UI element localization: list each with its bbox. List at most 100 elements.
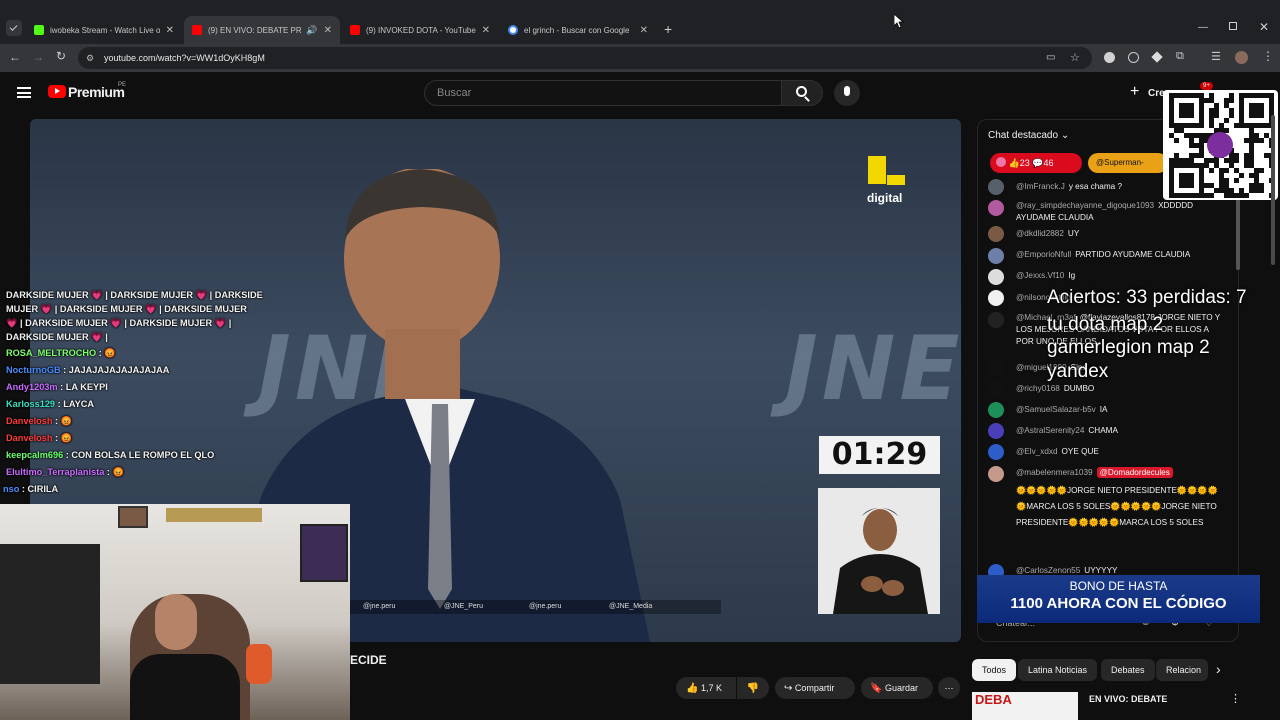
search-input[interactable]: Buscar xyxy=(424,80,782,106)
tab-invoked-dota[interactable]: (9) INVOKED DOTA - YouTube ✕ xyxy=(342,16,498,44)
youtube-logo-icon[interactable] xyxy=(48,85,66,98)
thumbs-up-icon: 👍 xyxy=(686,683,699,694)
overlay-chat-line: ROSA_MELTROCHO : 😡 xyxy=(6,348,116,358)
reading-list-icon[interactable]: ☰ xyxy=(1211,50,1221,63)
share-arrow-icon: ↪ xyxy=(784,683,793,694)
digital-logo-icon xyxy=(868,156,886,184)
youtube-favicon-icon xyxy=(350,25,360,35)
mention-tag[interactable]: @Domadordecules xyxy=(1096,467,1173,478)
forward-button[interactable]: → xyxy=(32,50,44,64)
related-video-thumbnail[interactable]: DEBA xyxy=(972,692,1078,720)
tab-title: iwobeka Stream - Watch Live o xyxy=(50,25,160,35)
dislike-button[interactable]: 👎 xyxy=(737,677,769,699)
comments-count: 46 xyxy=(1043,158,1054,168)
overlay-chat-line: Elultimo_Terraplanista : 😡 xyxy=(6,467,124,477)
monitor xyxy=(0,544,100,684)
chip-latina-noticias[interactable]: Latina Noticias xyxy=(1018,659,1098,681)
likes-count: 23 xyxy=(1019,158,1030,168)
chip-debates[interactable]: Debates xyxy=(1101,659,1155,681)
extension-icon[interactable] xyxy=(1151,51,1163,63)
youtube-favicon-icon xyxy=(192,25,202,35)
profile-avatar[interactable] xyxy=(1235,51,1248,64)
stream-chat-overlay: DARKSIDE MUJER 💗 | DARKSIDE MUJER 💗 | DA… xyxy=(0,288,265,496)
browser-toolbar: ← → ↻ ⚙ youtube.com/watch?v=WW1dOyKH8gM … xyxy=(0,44,1280,72)
social-handle: @jne.peru xyxy=(363,603,396,610)
overlay-chat-line: 💗 | DARKSIDE MUJER 💗 | DARKSIDE MUJER 💗 … xyxy=(6,318,232,328)
new-tab-button[interactable]: + xyxy=(664,21,672,37)
save-button[interactable]: 🔖 Guardar xyxy=(861,677,933,699)
user-avatar xyxy=(988,179,1004,195)
chevron-right-icon[interactable]: › xyxy=(1216,661,1221,677)
chat-message: @Jexxs.Vf10 Ig xyxy=(1016,271,1076,280)
site-info-icon[interactable]: ⚙ xyxy=(86,47,94,69)
stream-overlay-text: yandex xyxy=(1047,361,1109,382)
extensions-puzzle-icon[interactable]: ⧉ xyxy=(1176,50,1184,63)
tab-debate[interactable]: (9) EN VIVO: DEBATE PRESI 🔊 ✕ xyxy=(184,16,340,44)
social-handle: @JNE_Media xyxy=(609,603,653,610)
minimize-button[interactable]: — xyxy=(1198,22,1208,33)
voice-search-button[interactable] xyxy=(834,80,860,106)
overlay-chat-line: keepcalm696 : CON BOLSA LE ROMPO EL QLO xyxy=(6,450,215,460)
hamburger-menu-icon[interactable] xyxy=(17,87,31,98)
related-video-title[interactable]: EN VIVO: DEBATE xyxy=(1089,694,1167,704)
chip-todos[interactable]: Todos xyxy=(972,659,1017,681)
speaker-icon[interactable]: 🔊 xyxy=(306,25,317,36)
tab-google-search[interactable]: el grinch - Buscar con Google ✕ xyxy=(500,16,656,44)
extension-icon[interactable] xyxy=(1128,52,1139,63)
extension-icon[interactable] xyxy=(1104,52,1115,63)
user-avatar xyxy=(988,312,1004,328)
related-more-icon[interactable]: ⋮ xyxy=(1230,692,1241,705)
reload-button[interactable]: ↻ xyxy=(56,49,66,63)
more-actions-button[interactable]: ⋯ xyxy=(938,677,960,699)
share-button[interactable]: ↪ Compartir xyxy=(775,677,855,699)
notification-badge: 9+ xyxy=(1200,82,1213,90)
jne-watermark-right: JNE xyxy=(785,317,961,420)
social-handles-bar: @jne.peru @JNE_Peru @jne.peru @JNE_Media xyxy=(349,600,721,614)
url-text: youtube.com/watch?v=WW1dOyKH8gM xyxy=(104,53,265,63)
close-icon[interactable]: ✕ xyxy=(640,25,648,36)
chat-message: @AstralSerenity24 CHAMA xyxy=(1016,426,1118,435)
close-icon[interactable]: ✕ xyxy=(324,25,332,36)
tab-title: (9) EN VIVO: DEBATE PRESI xyxy=(208,25,302,35)
user-avatar xyxy=(988,381,1004,397)
chip-relacionados[interactable]: Relacion xyxy=(1156,659,1208,681)
close-icon[interactable]: ✕ xyxy=(482,25,490,36)
browser-menu-icon[interactable]: ⋮ xyxy=(1262,49,1274,63)
close-window-button[interactable]: ✕ xyxy=(1259,20,1269,34)
maximize-button[interactable] xyxy=(1229,22,1237,30)
close-icon[interactable]: ✕ xyxy=(166,25,174,36)
region-code: PE xyxy=(118,82,127,88)
chat-message: @richy0168 DUMBO xyxy=(1016,384,1095,393)
thumbs-down-icon: 👎 xyxy=(746,683,760,694)
install-icon[interactable]: ▭ xyxy=(1046,47,1055,69)
create-plus-icon[interactable]: + xyxy=(1130,83,1139,101)
tab-search-button[interactable] xyxy=(6,20,22,36)
address-bar[interactable]: ⚙ youtube.com/watch?v=WW1dOyKH8gM ▭ ☆ xyxy=(78,47,1092,69)
overlay-chat-line: DARKSIDE MUJER 💗 | DARKSIDE MUJER 💗 | DA… xyxy=(6,290,263,300)
chat-message: @SamuelSalazar-b5v IA xyxy=(1016,405,1108,414)
channel-brand: digital xyxy=(867,191,903,205)
chevron-down-icon: ⌄ xyxy=(1060,130,1070,141)
chat-message: 🌞🌞🌞🌞🌞JORGE NIETO PRESIDENTE🌞🌞🌞🌞🌞MARCA LO… xyxy=(1016,486,1218,527)
pinned-superchat-pill[interactable]: @Superman- xyxy=(1088,153,1168,173)
shelf xyxy=(166,508,262,522)
figurine xyxy=(246,644,272,684)
like-button[interactable]: 👍 1,7 K xyxy=(676,677,736,699)
search-button[interactable] xyxy=(781,80,823,106)
tab-kick-stream[interactable]: iwobeka Stream - Watch Live o ✕ xyxy=(26,16,182,44)
chevron-down-icon xyxy=(9,23,18,31)
user-avatar xyxy=(988,269,1004,285)
google-favicon-icon xyxy=(508,25,518,35)
user-avatar xyxy=(988,226,1004,242)
chat-message: @Elv_xdxd OYE QUE xyxy=(1016,447,1099,456)
chat-message: @mabelenmera1039 @Domadordecules xyxy=(1016,467,1221,479)
engagement-pill[interactable]: 👍23 💬46 xyxy=(990,153,1082,173)
youtube-premium-logo[interactable]: Premium xyxy=(68,84,125,100)
like-icon: 👍 xyxy=(1008,158,1020,168)
bookmark-star-icon[interactable]: ☆ xyxy=(1070,47,1080,69)
page-scrollbar[interactable] xyxy=(1271,115,1275,265)
back-button[interactable]: ← xyxy=(9,50,21,64)
user-avatar xyxy=(988,360,1004,376)
stream-overlay-text: gamerlegion map 2 xyxy=(1047,337,1210,358)
chat-mode-selector[interactable]: Chat destacado ⌄ xyxy=(988,130,1069,141)
